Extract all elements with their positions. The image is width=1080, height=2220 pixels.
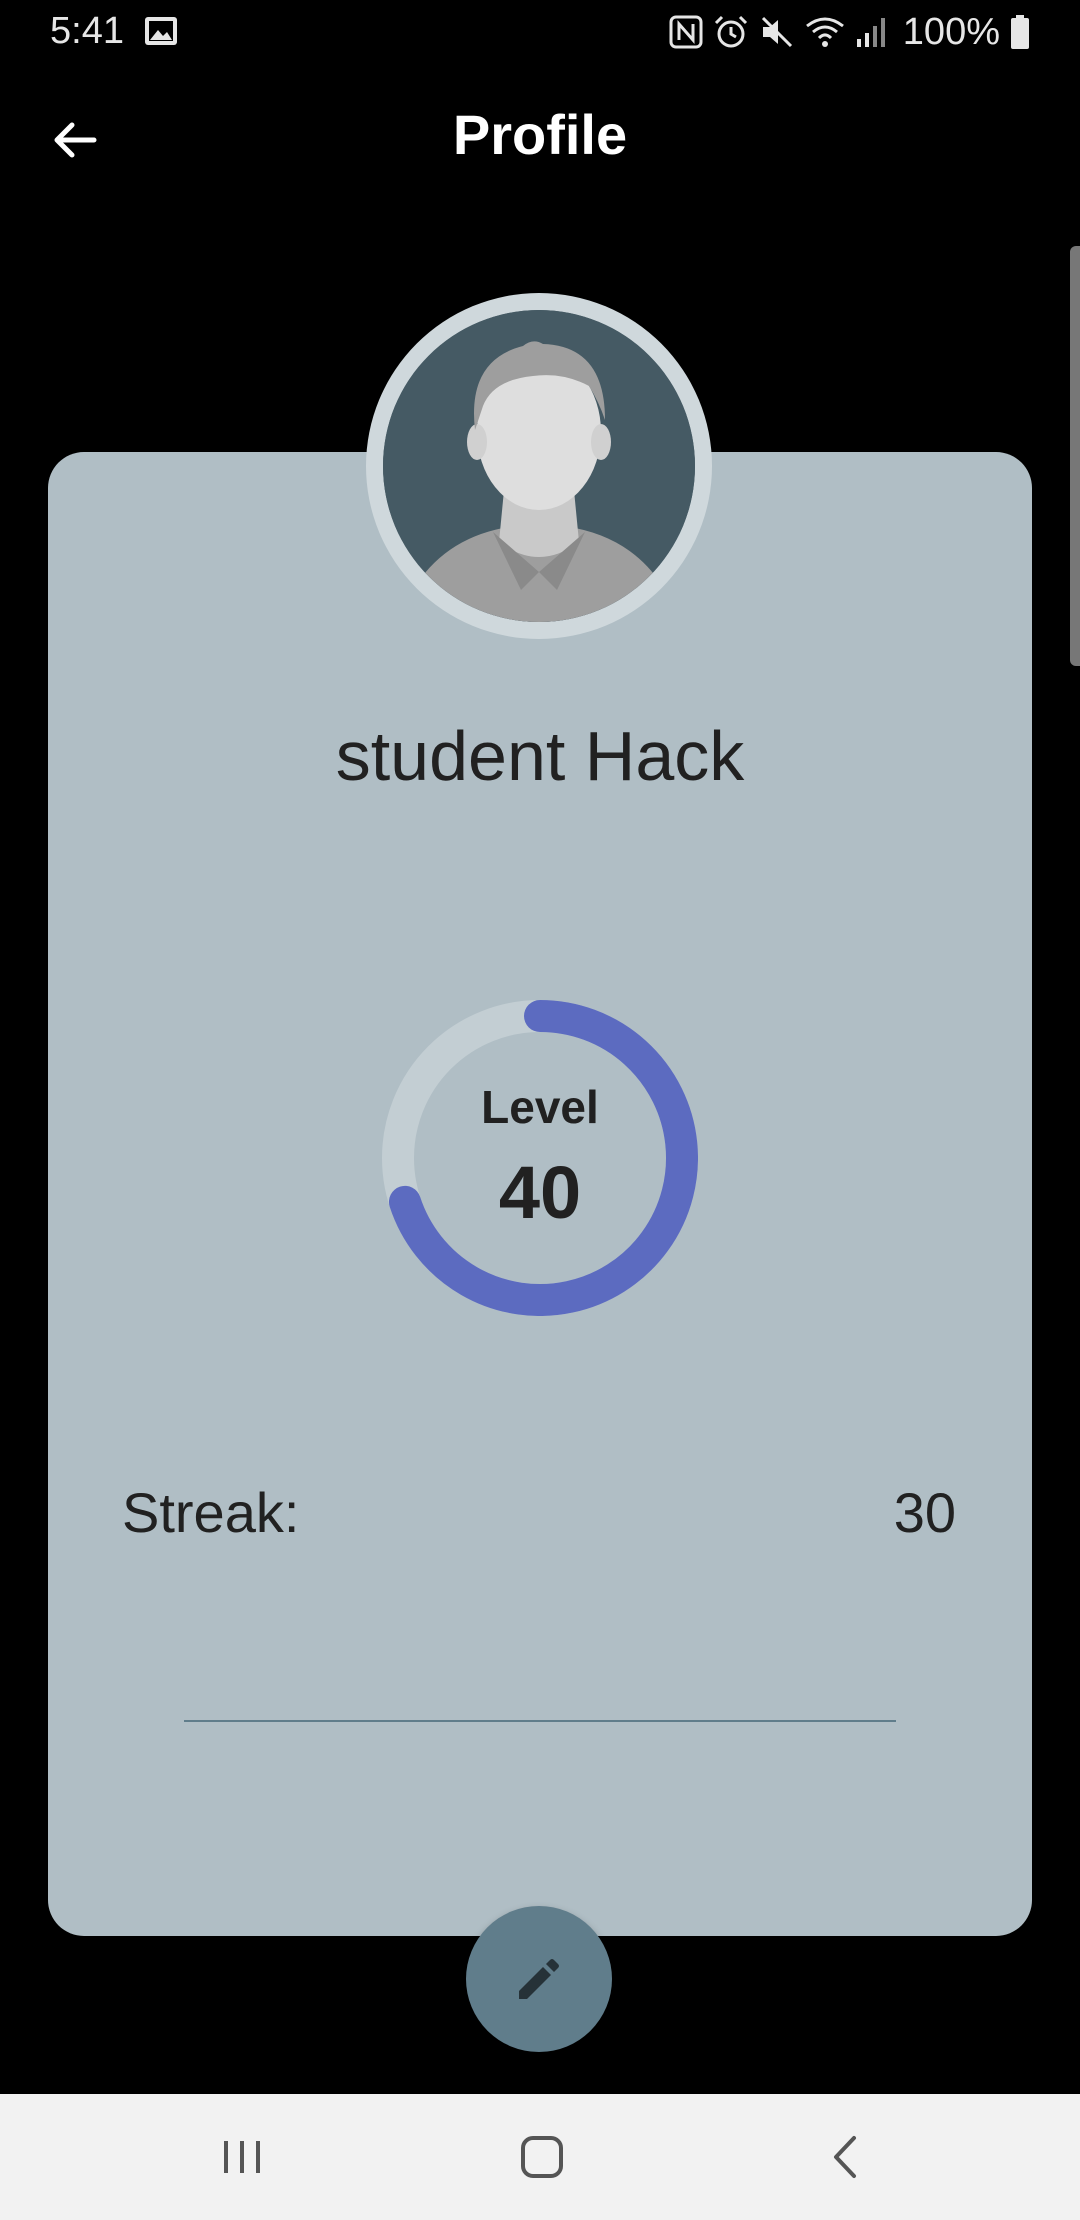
gallery-icon <box>145 17 177 45</box>
scrollbar[interactable] <box>1070 246 1080 666</box>
level-value: 40 <box>498 1151 582 1234</box>
home-button[interactable] <box>492 2118 592 2196</box>
divider <box>184 1720 896 1722</box>
streak-value: 30 <box>893 1481 956 1544</box>
recent-apps-icon <box>224 2141 260 2173</box>
pencil-icon <box>519 1959 559 1999</box>
system-nav-bar <box>0 2094 1080 2220</box>
battery-percent: 100% <box>902 10 1000 53</box>
recent-apps-button[interactable] <box>192 2118 292 2196</box>
page-title: Profile <box>452 103 628 166</box>
back-icon <box>834 2136 856 2178</box>
edit-profile-button[interactable] <box>466 1906 612 2052</box>
signal-icon <box>856 18 885 47</box>
mute-icon <box>761 16 792 48</box>
level-label: Level <box>481 1081 599 1133</box>
battery-icon <box>1011 15 1029 49</box>
status-icons: 100% <box>669 8 1030 56</box>
nav-back-button[interactable] <box>796 2118 896 2196</box>
top-app-bar: Profile <box>0 64 1080 208</box>
wifi-icon <box>805 17 844 47</box>
home-icon <box>521 2136 563 2178</box>
nfc-icon <box>669 15 703 49</box>
status-bar: 5:41 100% <box>0 0 1080 64</box>
user-name: student Hack <box>335 717 745 795</box>
streak-label: Streak: <box>122 1481 300 1544</box>
alarm-icon <box>714 15 747 48</box>
default-avatar-icon <box>383 310 695 622</box>
avatar <box>383 310 695 622</box>
status-time: 5:41 <box>50 10 124 52</box>
